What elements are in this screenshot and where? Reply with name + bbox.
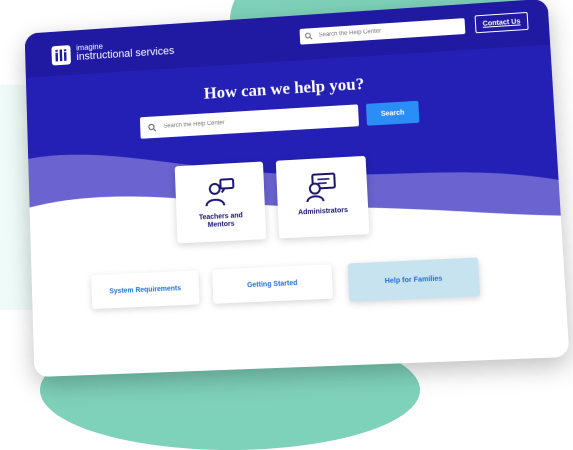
getting-started-card[interactable]: Getting Started <box>212 264 333 304</box>
header-search-input[interactable] <box>316 22 461 39</box>
role-card-administrators[interactable]: Administrators <box>276 156 370 239</box>
page-mockup: imagine instructional services Contact U… <box>25 0 570 377</box>
logo-icon[interactable] <box>51 45 71 65</box>
role-label-teachers: Teachers and Mentors <box>191 212 251 230</box>
system-requirements-card[interactable]: System Requirements <box>91 270 199 309</box>
contact-us-button[interactable]: Contact Us <box>475 12 529 33</box>
main-search-input[interactable] <box>161 111 357 130</box>
role-label-administrators: Administrators <box>293 207 353 218</box>
administrator-icon <box>304 171 339 203</box>
search-icon <box>148 123 157 132</box>
role-card-teachers[interactable]: Teachers and Mentors <box>175 161 267 243</box>
search-icon <box>305 32 313 40</box>
header-search-box[interactable] <box>300 18 466 45</box>
teacher-icon <box>203 177 238 208</box>
help-center-page: imagine instructional services Contact U… <box>25 0 570 377</box>
help-for-families-card[interactable]: Help for Families <box>348 257 481 301</box>
search-button[interactable]: Search <box>366 101 419 126</box>
